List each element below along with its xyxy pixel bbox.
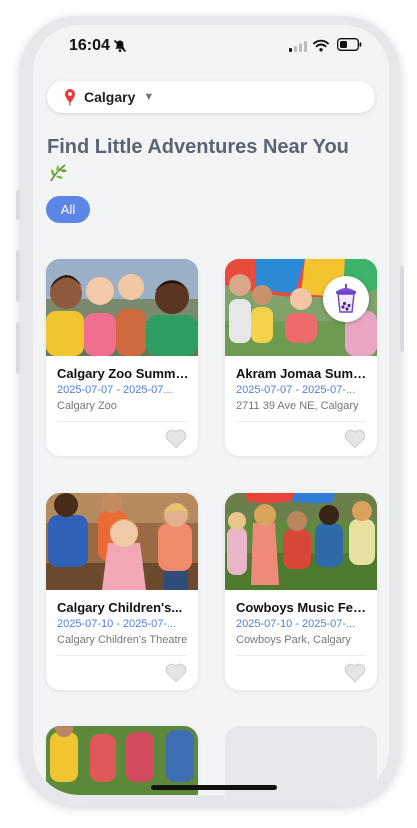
page-title: Find Little Adventures Near You <box>47 136 349 158</box>
favorite-heart-icon[interactable] <box>343 427 367 449</box>
home-indicator[interactable] <box>151 785 277 790</box>
event-dates: 2025-07-07 - 2025-07... <box>57 384 173 396</box>
event-location: 2711 39 Ave NE, Calgary <box>236 400 359 412</box>
event-location: Calgary Zoo <box>57 400 117 412</box>
filter-chip-all[interactable]: All <box>46 196 90 223</box>
event-dates: 2025-07-10 - 2025-07-... <box>57 618 177 630</box>
event-image <box>46 259 198 356</box>
location-city: Calgary <box>84 89 136 105</box>
event-card[interactable]: Calgary Zoo Summer... 2025-07-07 - 2025-… <box>46 259 198 456</box>
location-selector[interactable]: Calgary ▼ <box>47 81 375 113</box>
favorite-heart-icon[interactable] <box>343 661 367 683</box>
event-image <box>225 493 377 590</box>
event-title: Calgary Zoo Summer... <box>57 366 189 381</box>
status-time: 16:04 <box>69 37 110 54</box>
favorite-heart-icon[interactable] <box>164 661 188 683</box>
favorite-heart-icon[interactable] <box>164 427 188 449</box>
event-dates: 2025-07-07 - 2025-07-... <box>236 384 356 396</box>
event-card[interactable]: Calgary Children's... 2025-07-10 - 2025-… <box>46 493 198 690</box>
battery-icon <box>337 38 362 51</box>
event-image <box>46 493 198 590</box>
wifi-icon <box>313 39 329 52</box>
signal-icon <box>289 41 307 52</box>
event-location: Calgary Children's Theatre <box>57 634 188 646</box>
card-divider <box>236 421 366 422</box>
card-divider <box>236 655 366 656</box>
bubble-tea-icon[interactable] <box>323 276 369 322</box>
event-card[interactable]: Cowboys Music Fest... 2025-07-10 - 2025-… <box>225 493 377 690</box>
event-title: Cowboys Music Fest... <box>236 600 368 615</box>
event-location: Cowboys Park, Calgary <box>236 634 351 646</box>
card-divider <box>57 421 187 422</box>
event-dates: 2025-07-10 - 2025-07-... <box>236 618 356 630</box>
app-screen: 16:04 Calgary ▼ Find Little Adventures N… <box>33 25 389 795</box>
herb-leaf-icon <box>50 164 67 182</box>
event-title: Calgary Children's... <box>57 600 183 615</box>
status-bar: 16:04 <box>33 25 389 69</box>
event-title: Akram Jomaa Summer... <box>236 366 368 381</box>
event-card[interactable]: Akram Jomaa Summer... 2025-07-07 - 2025-… <box>225 259 377 456</box>
location-pin-icon <box>65 89 75 106</box>
card-divider <box>57 655 187 656</box>
bell-muted-icon <box>113 39 127 53</box>
chevron-down-icon: ▼ <box>143 91 155 103</box>
